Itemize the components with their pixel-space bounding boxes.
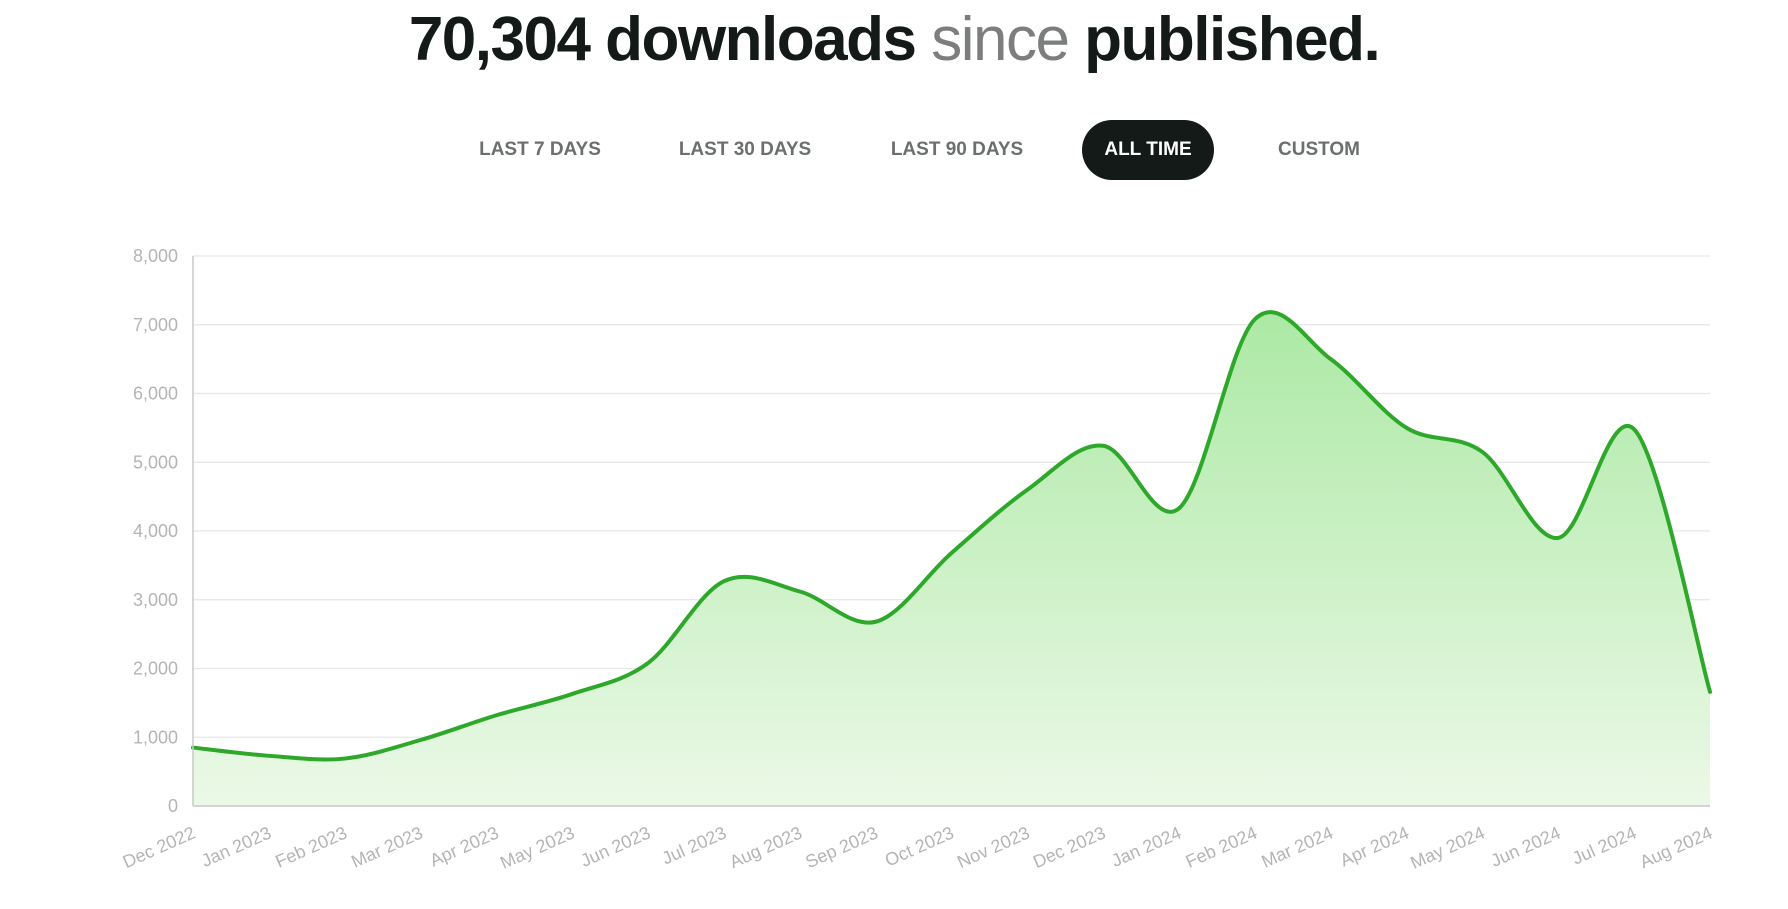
x-tick-label: Apr 2023 [427, 823, 502, 871]
y-tick-label: 0 [168, 796, 178, 816]
x-tick-label: Dec 2022 [120, 823, 199, 873]
y-tick-label: 6,000 [133, 384, 178, 404]
x-tick-label: Jul 2024 [1569, 823, 1639, 869]
x-tick-label: Oct 2023 [882, 823, 957, 871]
y-tick-label: 1,000 [133, 727, 178, 747]
x-tick-label: Dec 2023 [1030, 823, 1109, 873]
x-tick-label: Apr 2024 [1337, 823, 1412, 871]
x-tick-label: Aug 2023 [727, 823, 806, 873]
y-tick-label: 3,000 [133, 590, 178, 610]
x-tick-label: Jan 2023 [198, 823, 274, 871]
x-tick-label: May 2024 [1407, 823, 1487, 873]
x-tick-label: Aug 2024 [1637, 823, 1716, 873]
x-tick-label: Feb 2024 [1183, 823, 1261, 872]
x-tick-label: Jun 2024 [1488, 823, 1564, 871]
y-tick-label: 2,000 [133, 659, 178, 679]
x-tick-labels: Dec 2022 Jan 2023Feb 2023Mar 2023 Apr 2023… [120, 823, 1716, 873]
downloads-chart: 0 1,000 2,000 3,000 4,000 5,000 6,000 7,000 8,00… [120, 246, 1716, 873]
x-tick-label: Jun 2023 [578, 823, 654, 871]
x-tick-label: Jul 2023 [659, 823, 729, 869]
y-tick-label: 5,000 [133, 452, 178, 472]
y-tick-label: 4,000 [133, 521, 178, 541]
area-layer [191, 310, 1712, 806]
x-tick-label: Mar 2024 [1258, 823, 1336, 872]
x-tick-label: May 2023 [497, 823, 577, 873]
x-tick-label: Nov 2023 [954, 823, 1033, 873]
x-tick-label: Jan 2024 [1109, 823, 1185, 871]
x-tick-label: Feb 2023 [272, 823, 350, 872]
y-tick-label: 8,000 [133, 246, 178, 266]
y-tick-label: 7,000 [133, 315, 178, 335]
y-tick-labels: 0 1,000 2,000 3,000 4,000 5,000 6,000 7,000 8,00… [133, 246, 178, 816]
area-fill [193, 312, 1710, 806]
x-tick-label: Sep 2023 [802, 823, 881, 873]
x-tick-label: Mar 2023 [348, 823, 426, 872]
